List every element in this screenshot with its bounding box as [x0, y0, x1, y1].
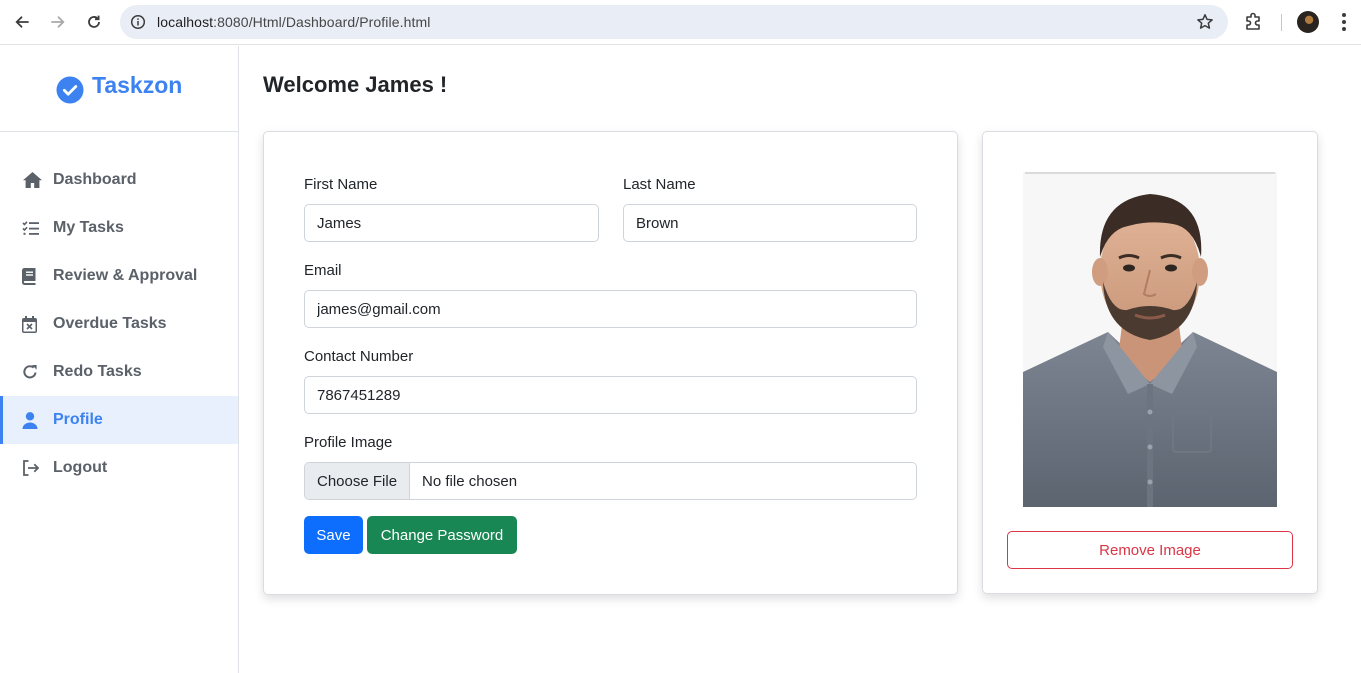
sidebar-item-label: Review & Approval	[53, 267, 198, 284]
sidebar: Taskzon Dashboard My Tasks Review & Appr…	[0, 46, 239, 673]
sidebar-item-label: My Tasks	[53, 219, 124, 236]
check-circle-icon	[56, 76, 84, 104]
contact-number-input[interactable]	[304, 376, 917, 414]
sidebar-item-label: Dashboard	[53, 171, 137, 188]
profile-photo	[1023, 172, 1277, 507]
choose-file-button[interactable]: Choose File	[305, 463, 411, 499]
reload-icon	[88, 15, 100, 28]
sidebar-item-review-approval[interactable]: Review & Approval	[0, 252, 238, 300]
task-list-icon	[22, 219, 44, 237]
last-name-input[interactable]	[623, 204, 917, 242]
profile-form-card: First Name Last Name Email Contact Numbe…	[263, 131, 958, 595]
sidebar-item-dashboard[interactable]: Dashboard	[0, 156, 238, 204]
save-button[interactable]: Save	[304, 516, 363, 554]
profile-image-file-input[interactable]: Choose File No file chosen	[304, 462, 917, 500]
email-input[interactable]	[304, 290, 917, 328]
back-button[interactable]	[10, 10, 34, 34]
url-text: localhost:8080/Html/Dashboard/Profile.ht…	[157, 14, 431, 30]
toolbar-divider	[1281, 14, 1282, 31]
sidebar-item-my-tasks[interactable]: My Tasks	[0, 204, 238, 252]
page-title: Welcome James !	[263, 72, 448, 97]
reload-button[interactable]	[82, 10, 106, 34]
sidebar-item-label: Redo Tasks	[53, 363, 142, 380]
person-photo-image	[1023, 172, 1277, 507]
redo-icon	[22, 363, 44, 381]
sidebar-item-profile[interactable]: Profile	[0, 396, 238, 444]
sidebar-item-label: Overdue Tasks	[53, 315, 167, 332]
sidebar-item-redo-tasks[interactable]: Redo Tasks	[0, 348, 238, 396]
calendar-x-icon	[22, 315, 44, 333]
user-icon	[22, 411, 44, 429]
logout-icon	[22, 459, 44, 477]
sidebar-item-label: Profile	[53, 411, 103, 428]
email-label: Email	[304, 262, 342, 279]
brand[interactable]: Taskzon	[0, 46, 238, 132]
profile-image-label: Profile Image	[304, 434, 393, 451]
contact-number-label: Contact Number	[304, 348, 414, 365]
change-password-button[interactable]: Change Password	[367, 516, 517, 554]
forward-arrow-icon	[51, 16, 65, 28]
site-info-icon[interactable]	[130, 14, 146, 30]
profile-avatar[interactable]	[1297, 11, 1319, 33]
first-name-input[interactable]	[304, 204, 599, 242]
remove-image-button[interactable]: Remove Image	[1007, 531, 1293, 569]
sidebar-nav: Dashboard My Tasks Review & Approval Ove…	[0, 156, 238, 492]
profile-image-card: Remove Image	[982, 131, 1318, 594]
file-status-text: No file chosen	[422, 472, 518, 490]
sidebar-item-logout[interactable]: Logout	[0, 444, 238, 492]
first-name-label: First Name	[304, 176, 378, 193]
address-bar[interactable]: localhost:8080/Html/Dashboard/Profile.ht…	[120, 5, 1228, 39]
back-arrow-icon	[15, 16, 29, 28]
home-icon	[22, 171, 44, 189]
last-name-label: Last Name	[623, 176, 696, 193]
book-icon	[22, 267, 44, 285]
more-menu-icon[interactable]	[1334, 11, 1354, 33]
sidebar-item-label: Logout	[53, 459, 108, 476]
forward-button[interactable]	[46, 10, 70, 34]
brand-name: Taskzon	[92, 72, 183, 98]
extensions-puzzle-icon[interactable]	[1243, 11, 1265, 33]
sidebar-item-overdue-tasks[interactable]: Overdue Tasks	[0, 300, 238, 348]
browser-toolbar: localhost:8080/Html/Dashboard/Profile.ht…	[0, 0, 1361, 45]
bookmark-star-icon[interactable]	[1196, 13, 1214, 31]
